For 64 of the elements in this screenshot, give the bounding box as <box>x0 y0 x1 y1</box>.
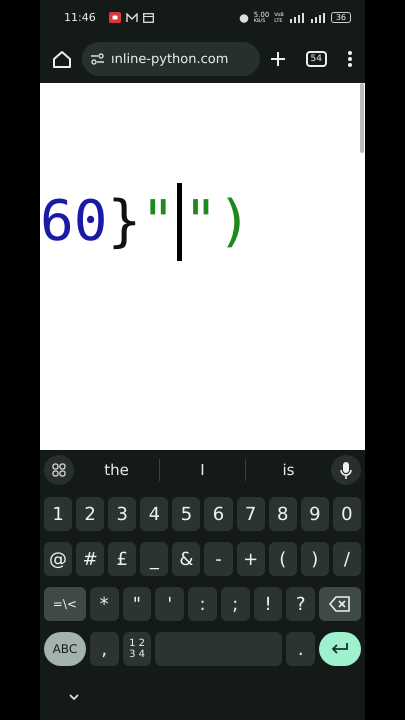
scrollbar <box>360 83 364 153</box>
key[interactable]: * <box>90 587 119 621</box>
key[interactable]: / <box>332 542 361 576</box>
status-time: 11:46 <box>64 11 96 24</box>
key[interactable]: £ <box>108 542 136 576</box>
key[interactable]: _ <box>140 542 168 576</box>
key[interactable]: ' <box>155 587 184 621</box>
window-icon <box>142 12 154 22</box>
backspace-icon <box>329 596 352 612</box>
address-bar[interactable]: ınline-python.com <box>82 42 260 76</box>
code-token: " <box>184 189 218 255</box>
key[interactable]: ? <box>286 587 316 621</box>
alarm-icon <box>238 12 249 22</box>
key[interactable]: . <box>286 632 316 666</box>
key[interactable]: ; <box>220 587 250 621</box>
chevron-down-icon[interactable] <box>68 693 80 701</box>
code-token: } <box>107 189 142 255</box>
key[interactable]: & <box>172 542 200 576</box>
backspace-key[interactable] <box>319 587 361 621</box>
battery-indicator: 36 <box>330 12 351 23</box>
code-token: ) <box>218 189 252 255</box>
enter-key[interactable] <box>319 632 361 666</box>
new-tab-icon[interactable] <box>270 51 286 67</box>
suggestion[interactable]: I <box>160 461 245 479</box>
key[interactable]: 5 <box>172 497 200 531</box>
microphone-icon <box>340 462 352 478</box>
key[interactable]: ( <box>268 542 297 576</box>
home-icon[interactable] <box>52 50 72 68</box>
key[interactable]: : <box>188 587 217 621</box>
key[interactable]: , <box>90 632 119 666</box>
apps-button[interactable] <box>44 455 74 485</box>
key[interactable]: + <box>236 542 265 576</box>
key[interactable]: - <box>204 542 233 576</box>
grid-icon <box>52 463 66 477</box>
mail-icon <box>126 12 138 22</box>
more-icon[interactable] <box>347 50 353 68</box>
key[interactable]: ! <box>254 587 282 621</box>
key[interactable]: 2 <box>76 497 104 531</box>
tab-count-button[interactable]: 54 <box>306 51 327 67</box>
key[interactable]: 3 <box>108 497 136 531</box>
suggestion[interactable]: the <box>74 461 159 479</box>
enter-icon <box>331 643 350 655</box>
key[interactable]: # <box>76 542 104 576</box>
key[interactable]: 8 <box>268 497 297 531</box>
code-token: " <box>141 189 175 255</box>
key[interactable]: 0 <box>332 497 361 531</box>
abc-key[interactable]: ABC <box>44 632 86 666</box>
code-token: 60 <box>40 189 108 255</box>
voice-button[interactable] <box>331 455 361 485</box>
key[interactable]: ) <box>300 542 329 576</box>
key[interactable]: 9 <box>300 497 329 531</box>
signal-icon <box>310 12 326 22</box>
key[interactable]: @ <box>44 542 72 576</box>
numpad-key[interactable]: 1 2 3 4 <box>122 632 152 666</box>
suggestion[interactable]: is <box>246 461 331 479</box>
key[interactable]: 1 <box>44 497 72 531</box>
key[interactable]: 4 <box>140 497 168 531</box>
key[interactable]: " <box>122 587 152 621</box>
key[interactable]: 7 <box>236 497 265 531</box>
video-app-icon <box>108 12 121 23</box>
signal-icon <box>288 12 305 22</box>
tune-icon <box>90 53 105 65</box>
key[interactable]: 6 <box>204 497 233 531</box>
symbols-key[interactable]: =\< <box>44 587 86 621</box>
